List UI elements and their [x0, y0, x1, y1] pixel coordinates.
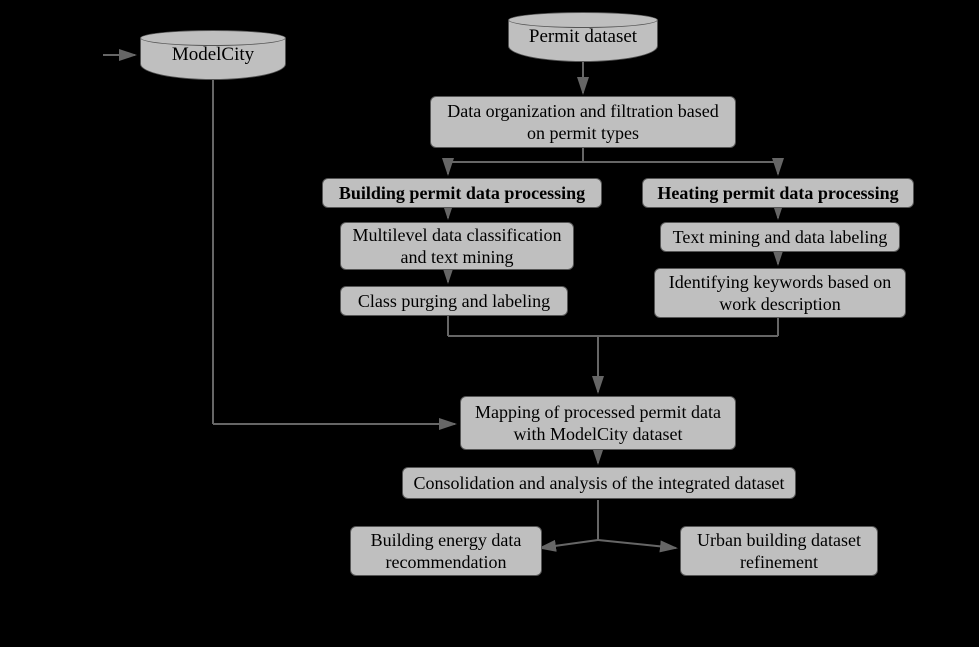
- heating-step1-text: Text mining and data labeling: [673, 226, 888, 249]
- mapping-text: Mapping of processed permit data with Mo…: [471, 401, 725, 446]
- consolidation-text: Consolidation and analysis of the integr…: [414, 472, 785, 495]
- mapping-node: Mapping of processed permit data with Mo…: [460, 396, 736, 450]
- permit-dataset-label: Permit dataset: [508, 26, 658, 48]
- energy-output-text: Building energy data recommendation: [361, 529, 531, 574]
- modelcity-cylinder: ModelCity: [140, 30, 286, 80]
- heating-header-node: Heating permit data processing: [642, 178, 914, 208]
- urban-output-node: Urban building dataset refinement: [680, 526, 878, 576]
- heating-header-text: Heating permit data processing: [657, 182, 898, 205]
- building-step2-text: Class purging and labeling: [358, 290, 550, 313]
- building-step1-text: Multilevel data classification and text …: [351, 224, 563, 269]
- modelcity-label: ModelCity: [140, 44, 286, 66]
- building-header-node: Building permit data processing: [322, 178, 602, 208]
- organization-text: Data organization and filtration based o…: [441, 100, 725, 145]
- building-step2-node: Class purging and labeling: [340, 286, 568, 316]
- permit-dataset-cylinder: Permit dataset: [508, 12, 658, 62]
- energy-output-node: Building energy data recommendation: [350, 526, 542, 576]
- building-header-text: Building permit data processing: [339, 182, 585, 205]
- heating-step2-text: Identifying keywords based on work descr…: [665, 271, 895, 316]
- consolidation-node: Consolidation and analysis of the integr…: [402, 467, 796, 499]
- heating-step1-node: Text mining and data labeling: [660, 222, 900, 252]
- heating-step2-node: Identifying keywords based on work descr…: [654, 268, 906, 318]
- organization-node: Data organization and filtration based o…: [430, 96, 736, 148]
- building-step1-node: Multilevel data classification and text …: [340, 222, 574, 270]
- urban-output-text: Urban building dataset refinement: [691, 529, 867, 574]
